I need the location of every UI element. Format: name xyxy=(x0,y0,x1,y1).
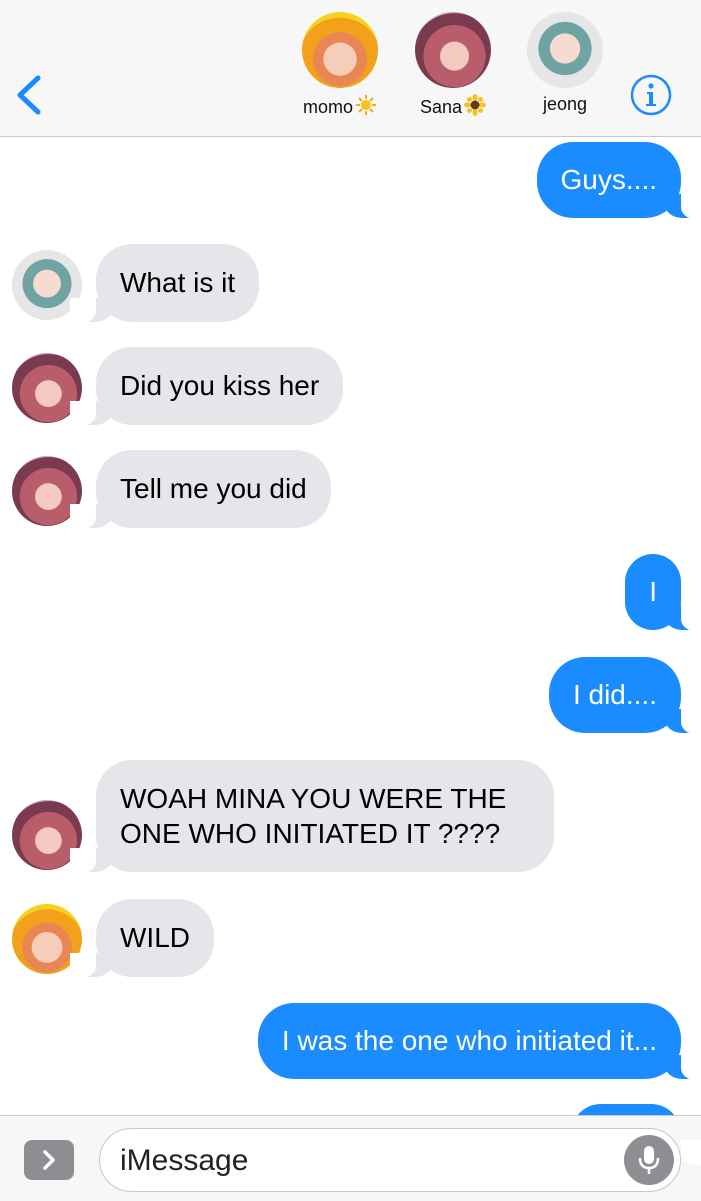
message-text: Tell me you did xyxy=(120,473,307,504)
microphone-icon xyxy=(638,1146,660,1174)
contact-momo[interactable]: momo xyxy=(290,12,390,121)
message-text: WOAH MINA YOU WERE THE ONE WHO INITIATED… xyxy=(120,783,507,849)
conversation-header: momo Sana jeong xyxy=(0,0,701,137)
chevron-right-icon xyxy=(43,1150,55,1170)
message-bubble-received[interactable]: WILD xyxy=(70,899,214,978)
message-text: I xyxy=(649,576,657,607)
dictation-button[interactable] xyxy=(624,1135,674,1185)
message-text: WILD xyxy=(120,922,190,953)
contact-jeong[interactable]: jeong xyxy=(515,12,615,115)
message-input-field[interactable] xyxy=(99,1128,681,1192)
back-button[interactable] xyxy=(10,72,50,118)
contact-name: momo xyxy=(302,97,353,117)
message-bubble-received[interactable]: Did you kiss her xyxy=(69,347,344,426)
message-text: Guys.... xyxy=(560,164,657,195)
message-bubble-sent[interactable]: I was the one who initiated it... xyxy=(257,1003,701,1080)
info-icon xyxy=(630,74,672,116)
message-bubble-sent[interactable]: I xyxy=(625,554,701,631)
message-bubble-received[interactable]: WOAH MINA YOU WERE THE ONE WHO INITIATED… xyxy=(70,760,554,873)
message-text: I was the one who initiated it... xyxy=(281,1025,657,1056)
contact-sana[interactable]: Sana xyxy=(403,12,503,121)
message-bubble-received[interactable]: What is it xyxy=(69,244,260,323)
contact-name: Sana xyxy=(419,97,463,117)
avatar xyxy=(527,12,603,88)
message-bubble-sent[interactable]: Guys.... xyxy=(536,142,701,219)
info-button[interactable] xyxy=(630,74,672,116)
message-text: I did.... xyxy=(572,679,657,710)
message-input[interactable] xyxy=(118,1137,602,1185)
apps-button[interactable] xyxy=(24,1140,74,1180)
sunflower-icon xyxy=(464,94,487,121)
avatar xyxy=(302,12,378,88)
message-bubble-received[interactable]: Tell me you did xyxy=(70,450,331,529)
contact-name: jeong xyxy=(542,94,588,114)
sun-icon xyxy=(355,94,377,121)
message-text: Did you kiss her xyxy=(120,370,320,401)
message-bubble-sent[interactable]: I did.... xyxy=(548,657,701,734)
message-composer xyxy=(0,1115,701,1201)
message-text: What is it xyxy=(120,267,236,298)
avatar xyxy=(415,12,491,88)
chevron-left-icon xyxy=(17,75,41,115)
